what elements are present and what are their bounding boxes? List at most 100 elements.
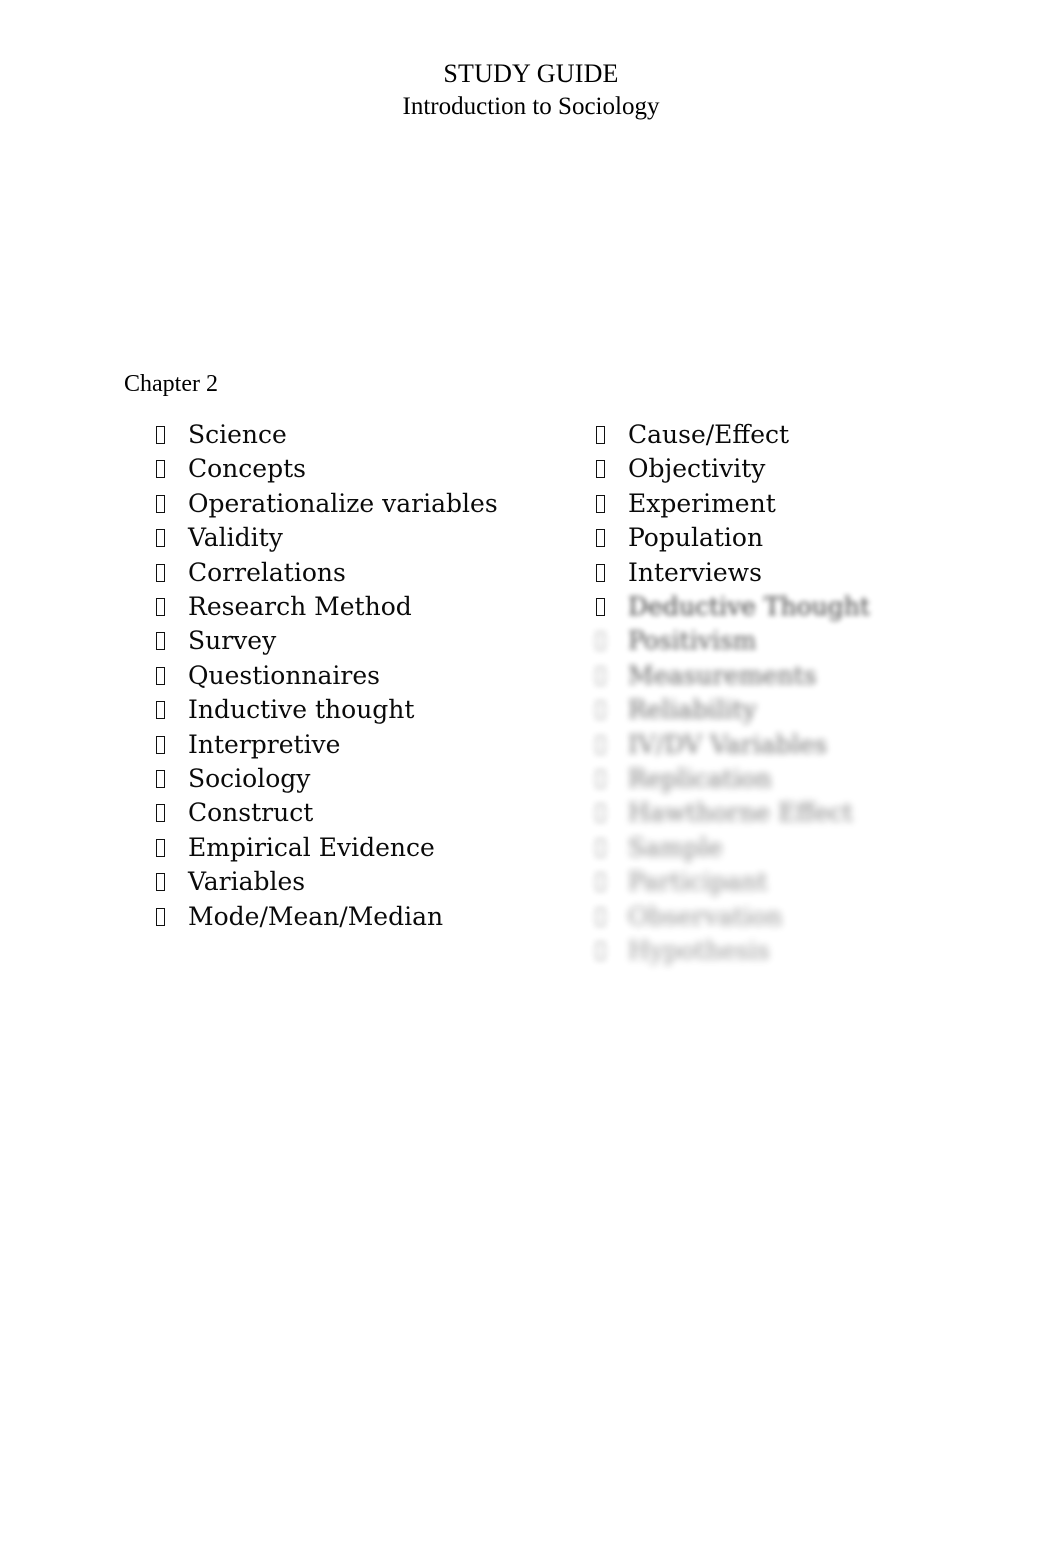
term-label: Correlations — [188, 557, 346, 587]
missing-glyph-box-bullet-icon — [156, 804, 165, 823]
term-label: Interpretive — [188, 729, 341, 759]
term-label: Construct — [188, 798, 314, 828]
missing-glyph-box-bullet-icon — [596, 666, 605, 685]
missing-glyph-box-bullet-icon — [596, 494, 605, 513]
term-label: Experiment — [628, 488, 776, 518]
right-term-column: Cause/Effect Objectivity Experiment Populat… — [592, 418, 1012, 969]
missing-glyph-box-bullet-icon — [596, 804, 605, 823]
left-term-list: Science Concepts Operationalize variables V… — [152, 418, 552, 934]
term-list-item-redacted: Sample — [592, 831, 1012, 865]
term-label: Inductive thought — [188, 695, 415, 725]
term-list-item-redacted: Reliability — [592, 693, 1012, 727]
term-label: Survey — [188, 626, 277, 656]
document-header: STUDY GUIDE Introduction to Sociology — [0, 58, 1062, 123]
term-list-item: Operationalize variables — [152, 487, 552, 521]
term-columns: Science Concepts Operationalize variables V… — [0, 418, 1062, 978]
term-list-item: Correlations — [152, 556, 552, 590]
term-list-item: Interviews — [592, 556, 1012, 590]
term-label: Validity — [188, 523, 283, 553]
document-subtitle: Introduction to Sociology — [402, 93, 660, 120]
chapter-heading: Chapter 2 — [124, 371, 218, 397]
term-label: Cause/Effect — [628, 420, 790, 449]
term-label: Sample — [628, 832, 723, 862]
document-title: STUDY GUIDE — [443, 59, 619, 88]
term-label: Variables — [188, 867, 306, 897]
missing-glyph-box-bullet-icon — [156, 907, 165, 926]
term-label: Population — [628, 523, 764, 553]
missing-glyph-box-bullet-icon — [156, 460, 165, 479]
term-list-item-redacted: Deductive Thought — [592, 590, 1012, 624]
missing-glyph-box-bullet-icon — [596, 460, 605, 479]
term-list-item: Science — [152, 418, 552, 452]
term-list-item: Mode/Mean/Median — [152, 900, 552, 934]
term-label: Hypothesis — [628, 936, 770, 966]
term-label: IV/DV Variables — [628, 729, 828, 759]
term-label: Sociology — [188, 764, 311, 794]
term-list-item: Concepts — [152, 452, 552, 486]
missing-glyph-box-bullet-icon — [156, 838, 165, 857]
document-page: STUDY GUIDE Introduction to Sociology Ch… — [0, 0, 1062, 1556]
term-label: Research Method — [188, 592, 412, 622]
term-list-item: Experiment — [592, 487, 1012, 521]
missing-glyph-box-bullet-icon — [596, 632, 605, 651]
missing-glyph-box-bullet-icon — [156, 770, 165, 789]
term-label: Mode/Mean/Median — [188, 901, 444, 931]
missing-glyph-box-bullet-icon — [596, 735, 605, 754]
missing-glyph-box-bullet-icon — [596, 563, 605, 582]
right-term-list: Cause/Effect Objectivity Experiment Populat… — [592, 418, 1012, 969]
term-label: Empirical Evidence — [188, 832, 435, 862]
term-list-item: Validity — [152, 521, 552, 555]
missing-glyph-box-bullet-icon — [596, 873, 605, 892]
term-label: Hawthorne Effect — [628, 798, 853, 828]
missing-glyph-box-bullet-icon — [596, 598, 605, 617]
term-label: Interviews — [628, 557, 762, 587]
term-list-item: Research Method — [152, 590, 552, 624]
term-list-item: Objectivity — [592, 452, 1012, 486]
term-list-item-redacted: Measurements — [592, 659, 1012, 693]
term-label: Objectivity — [628, 454, 766, 484]
missing-glyph-box-bullet-icon — [596, 770, 605, 789]
missing-glyph-box-bullet-icon — [156, 873, 165, 892]
missing-glyph-box-bullet-icon — [596, 907, 605, 926]
term-list-item: Questionnaires — [152, 659, 552, 693]
term-label: Positivism — [628, 626, 757, 656]
term-list-item: Empirical Evidence — [152, 831, 552, 865]
missing-glyph-box-bullet-icon — [156, 632, 165, 651]
term-list-item-redacted: Observation — [592, 900, 1012, 934]
term-list-item: Construct — [152, 796, 552, 830]
term-list-item: Survey — [152, 624, 552, 658]
missing-glyph-box-bullet-icon — [156, 426, 165, 444]
missing-glyph-box-bullet-icon — [156, 494, 165, 513]
term-list-item: Interpretive — [152, 728, 552, 762]
missing-glyph-box-bullet-icon — [156, 701, 165, 720]
term-list-item: Sociology — [152, 762, 552, 796]
term-list-item: Population — [592, 521, 1012, 555]
term-list-item-redacted: Replication — [592, 762, 1012, 796]
term-label: Reliability — [628, 695, 757, 725]
term-list-item-redacted: Participant — [592, 865, 1012, 899]
term-label: Observation — [628, 901, 783, 931]
term-list-item: Inductive thought — [152, 693, 552, 727]
term-label: Deductive Thought — [628, 592, 870, 622]
term-label: Replication — [628, 764, 772, 794]
term-list-item: Variables — [152, 865, 552, 899]
missing-glyph-box-bullet-icon — [156, 563, 165, 582]
missing-glyph-box-bullet-icon — [596, 838, 605, 857]
missing-glyph-box-bullet-icon — [156, 735, 165, 754]
term-list-item: Cause/Effect — [592, 418, 1012, 452]
left-term-column: Science Concepts Operationalize variables V… — [152, 418, 552, 934]
term-list-item-redacted: Hawthorne Effect — [592, 796, 1012, 830]
term-list-item-redacted: Hypothesis — [592, 934, 1012, 968]
term-list-item-redacted: IV/DV Variables — [592, 728, 1012, 762]
missing-glyph-box-bullet-icon — [596, 529, 605, 548]
missing-glyph-box-bullet-icon — [596, 701, 605, 720]
term-label: Participant — [628, 867, 768, 897]
term-label: Operationalize variables — [188, 488, 498, 518]
term-label: Questionnaires — [188, 660, 380, 690]
term-label: Concepts — [188, 454, 306, 484]
missing-glyph-box-bullet-icon — [156, 598, 165, 617]
term-label: Science — [188, 420, 287, 449]
missing-glyph-box-bullet-icon — [596, 426, 605, 444]
term-label: Measurements — [628, 660, 817, 690]
missing-glyph-box-bullet-icon — [596, 942, 605, 961]
